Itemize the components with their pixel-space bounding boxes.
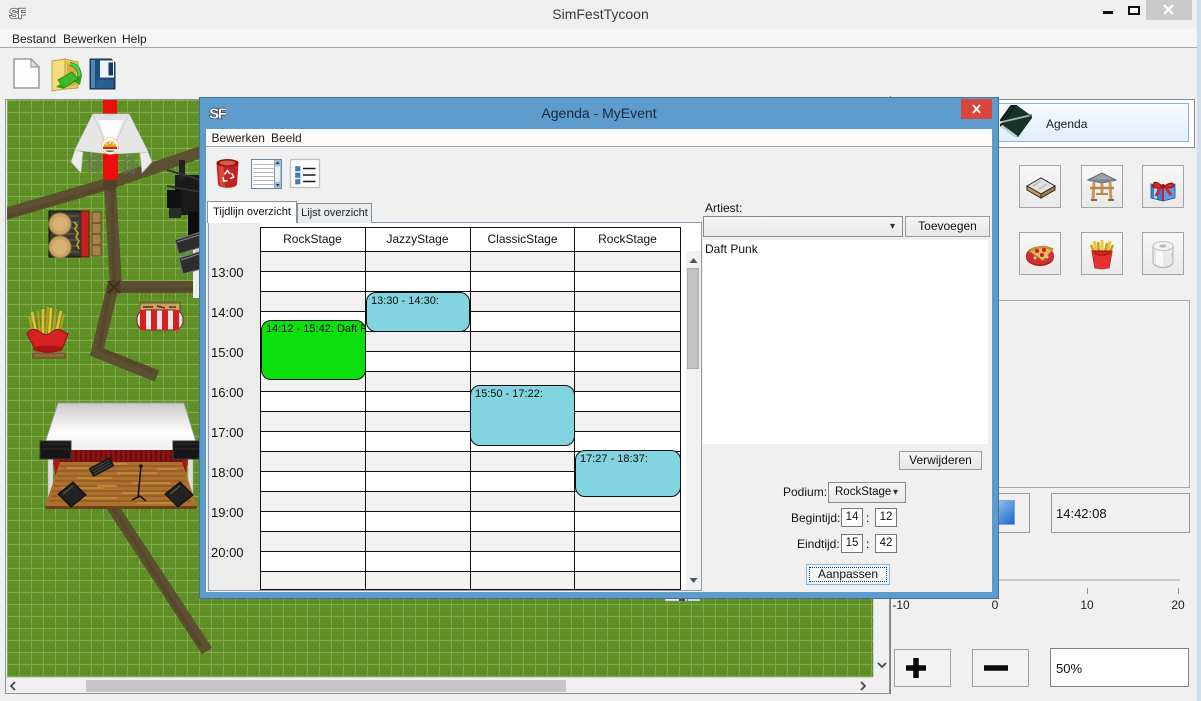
- svg-text:SF: SF: [9, 7, 26, 23]
- svg-text:SF: SF: [209, 107, 226, 123]
